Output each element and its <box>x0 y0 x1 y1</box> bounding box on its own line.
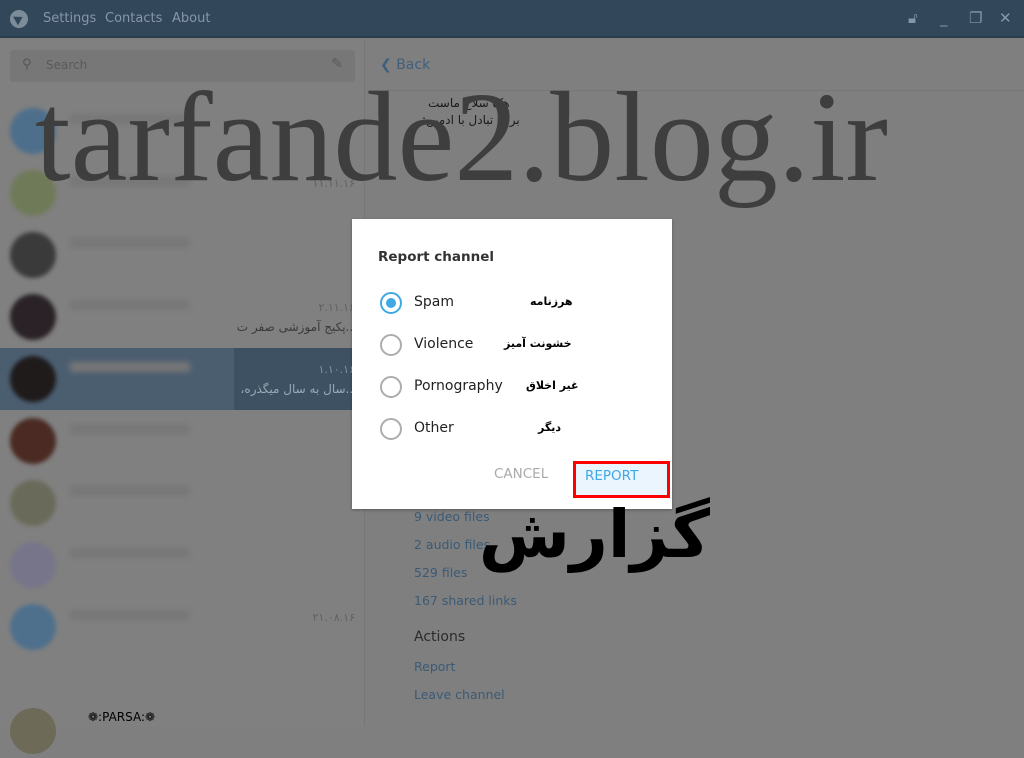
annotation-text: گزارش <box>478 496 710 573</box>
chat-list-item[interactable]: ۲۱.۰۸.۱۶ <box>0 596 365 658</box>
chat-name-blurred <box>70 486 190 496</box>
chat-date: ۲۱.۰۸.۱۶ <box>312 611 355 624</box>
option-label: Violence <box>414 336 474 352</box>
radio-option-spam[interactable]: Spam هرزنامه <box>380 292 660 318</box>
avatar <box>10 480 56 526</box>
radio-button[interactable] <box>380 376 402 398</box>
chat-name-blurred <box>70 548 190 558</box>
chat-name-blurred <box>70 114 190 124</box>
option-translation: هرزنامه <box>530 295 573 308</box>
radio-option-other[interactable]: Other دیگر <box>380 418 660 444</box>
actions-heading: Actions <box>414 629 466 645</box>
restore-icon[interactable]: ❐ <box>969 9 982 27</box>
menu-settings[interactable]: Settings <box>43 11 96 26</box>
report-label: REPORT <box>585 468 639 484</box>
files-link[interactable]: 529 files <box>414 565 467 580</box>
chat-date: ۲.۱۱.۱۶ <box>318 301 355 314</box>
title-bar: Settings Contacts About 🔓︎ _ ❐ ✕ <box>0 0 1024 38</box>
description-line: برای تبادل با ادمین: <box>422 113 520 127</box>
chat-date: ۱.۱۰.۱۶ <box>318 363 355 376</box>
radio-option-pornography[interactable]: Pornography غیر اخلاق <box>380 376 660 402</box>
cancel-button[interactable]: CANCEL <box>494 466 548 482</box>
chat-name-blurred <box>70 300 190 310</box>
report-link[interactable]: Report <box>414 659 455 674</box>
avatar <box>10 418 56 464</box>
divider <box>366 90 1024 91</box>
close-icon[interactable]: ✕ <box>999 9 1012 27</box>
current-user[interactable]: ❁:PARSA:❁ <box>0 708 365 758</box>
report-channel-dialog: Report channel Spam هرزنامه Violence خشونت … <box>352 219 672 509</box>
menu-about[interactable]: About <box>172 11 210 26</box>
avatar <box>10 542 56 588</box>
radio-button[interactable] <box>380 292 402 314</box>
lock-icon[interactable]: 🔓︎ <box>908 9 918 27</box>
chat-list-item[interactable]: ۱۱.۱۱.۱۶ <box>0 162 365 224</box>
chat-sidebar: ⚲ Search ✎ ۱۱.۱۱.۱۶ ۲.۱۱.۱۶ ...پکیج آموزشی… <box>0 40 365 754</box>
chat-list-item[interactable] <box>0 534 365 596</box>
chat-name-blurred <box>70 610 190 620</box>
chevron-left-icon: ❮ <box>380 57 392 73</box>
chat-list-item[interactable] <box>0 410 365 472</box>
chat-list-item[interactable] <box>0 472 365 534</box>
back-button[interactable]: ❮ Back <box>380 57 430 73</box>
chat-name-blurred <box>70 176 190 186</box>
avatar <box>10 356 56 402</box>
leave-channel-link[interactable]: Leave channel <box>414 687 505 702</box>
avatar <box>10 170 56 216</box>
option-label: Pornography <box>414 378 503 394</box>
option-label: Spam <box>414 294 454 310</box>
avatar <box>10 294 56 340</box>
option-translation: خشونت آمیز <box>504 337 572 350</box>
selected-row-highlight <box>234 348 365 410</box>
chat-name-blurred <box>70 424 190 434</box>
chat-date: ۱۱.۱۱.۱۶ <box>312 177 355 190</box>
chat-preview: ...سال به سال میگذره، <box>240 382 357 396</box>
minimize-icon[interactable]: _ <box>940 9 948 27</box>
chat-list-item[interactable] <box>0 100 365 162</box>
radio-option-violence[interactable]: Violence خشونت آمیز <box>380 334 660 360</box>
option-translation: دیگر <box>538 421 562 434</box>
avatar <box>10 604 56 650</box>
back-label: Back <box>396 57 431 73</box>
shared-links-link[interactable]: 167 shared links <box>414 593 517 608</box>
chat-list-item[interactable]: ۲.۱۱.۱۶ ...پکیج آموزشی صفر ت <box>0 286 365 348</box>
report-button[interactable]: REPORT <box>573 461 670 498</box>
search-placeholder: Search <box>46 58 88 72</box>
chat-list-item[interactable] <box>0 224 365 286</box>
radio-button[interactable] <box>380 418 402 440</box>
chat-name-blurred <box>70 238 190 248</box>
description-line: هک سلاح ماست <box>428 96 510 110</box>
radio-button[interactable] <box>380 334 402 356</box>
chat-name-blurred <box>70 362 190 372</box>
avatar <box>10 232 56 278</box>
user-name: ❁:PARSA:❁ <box>88 710 156 724</box>
menu-contacts[interactable]: Contacts <box>105 11 162 26</box>
search-input[interactable]: ⚲ Search ✎ <box>10 50 355 82</box>
search-icon: ⚲ <box>22 57 32 72</box>
option-label: Other <box>414 420 454 436</box>
dialog-title: Report channel <box>378 249 495 265</box>
chat-list-item[interactable]: ۱.۱۰.۱۶ ...سال به سال میگذره، <box>0 348 365 410</box>
chat-preview: ...پکیج آموزشی صفر ت <box>236 320 357 334</box>
compose-icon[interactable]: ✎ <box>331 56 343 72</box>
avatar <box>10 708 56 754</box>
option-translation: غیر اخلاق <box>526 379 579 392</box>
telegram-logo-icon <box>10 10 28 28</box>
avatar <box>10 108 56 154</box>
